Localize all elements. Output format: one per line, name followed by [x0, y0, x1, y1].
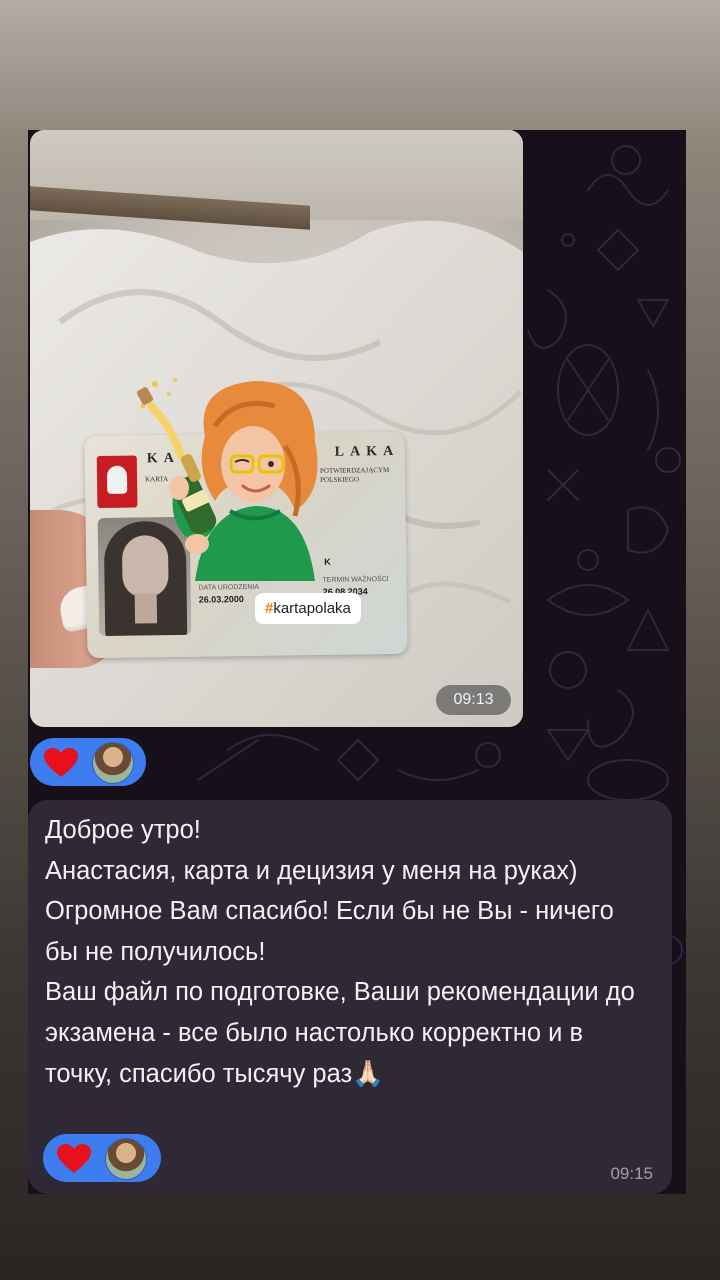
hashtag-text: kartapolaka: [273, 600, 351, 617]
eagle-icon: [106, 465, 128, 494]
text-message-bubble[interactable]: Доброе утро! Анастасия, карта и децизия …: [28, 800, 672, 1194]
heart-icon: [57, 1144, 91, 1173]
portrait-neck: [134, 593, 158, 624]
card-title-right: LAKA: [334, 443, 400, 460]
hashtag-sticker[interactable]: #kartapolaka: [255, 593, 361, 624]
heart-icon: [44, 748, 78, 777]
message-timestamp: 09:15: [610, 1164, 653, 1183]
message-text: Доброе утро! Анастасия, карта и децизия …: [45, 816, 635, 1088]
celebration-sticker: [136, 378, 318, 581]
photo-message[interactable]: KA LAKA KARTA POTWIERDZAJĄCYM POLSKIEGO …: [30, 130, 523, 727]
photo-timestamp: 09:13: [436, 685, 511, 715]
reaction-pill-photo[interactable]: [30, 738, 146, 786]
avatar: [92, 742, 134, 784]
reaction-pill-text[interactable]: [43, 1134, 161, 1182]
card-field-birthdate: 26.03.2000: [198, 594, 244, 605]
avatar: [105, 1138, 147, 1180]
